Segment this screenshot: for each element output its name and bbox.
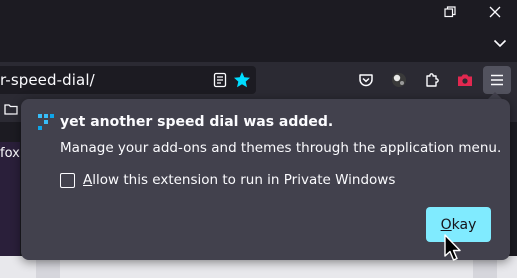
pocket-button[interactable] [352,66,380,94]
private-windows-label[interactable]: Allow this extension to run in Private W… [83,172,395,188]
close-window-button[interactable] [473,0,517,24]
screenshot-button[interactable] [451,66,479,94]
title-bar [0,0,517,62]
mouse-pointer-icon [444,234,461,261]
accesskey-letter: O [440,216,452,233]
page-text-fragment: fox [0,146,20,161]
extensions-button[interactable] [418,66,446,94]
private-windows-label-text: llow this extension to run in Private Wi… [92,172,396,188]
chevron-down-icon [493,39,507,48]
pocket-icon [359,74,373,87]
extension-ball-icon [392,73,406,87]
application-menu-button[interactable] [483,66,511,94]
url-bar[interactable]: r-speed-dial/ [0,66,256,94]
accesskey-letter: A [83,172,93,188]
private-windows-checkbox[interactable] [60,172,75,188]
hamburger-menu-icon [491,74,503,86]
panel-message: Manage your add-ons and themes through t… [60,140,502,156]
speed-dial-addon-icon [38,114,54,130]
okay-button-label-text: kay [451,216,477,233]
camera-icon [458,74,472,86]
puzzle-icon [426,73,439,87]
restore-window-button[interactable] [428,0,472,24]
list-all-tabs-button[interactable] [488,32,512,54]
extension-ball-button[interactable] [385,66,413,94]
nav-bar: r-speed-dial/ [0,62,517,98]
restore-window-icon [444,6,456,18]
panel-title: yet another speed dial was added. [60,114,334,130]
reader-view-icon[interactable] [212,72,228,88]
url-text[interactable]: r-speed-dial/ [0,66,95,94]
addon-installed-doorhanger: yet another speed dial was added. Manage… [21,99,510,260]
folder-icon[interactable] [4,103,18,115]
private-windows-option[interactable]: Allow this extension to run in Private W… [60,171,395,189]
bookmark-star-icon[interactable] [233,71,251,89]
close-window-icon [489,6,501,18]
